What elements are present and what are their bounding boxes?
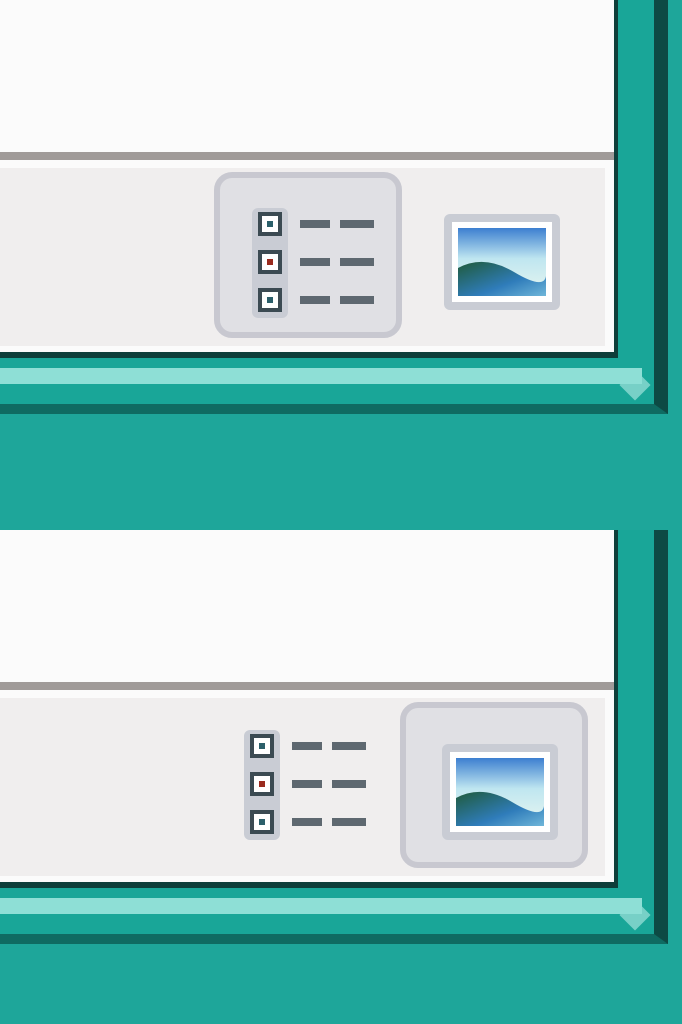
frame-highlight (0, 368, 642, 384)
thumbnail-view-button[interactable] (400, 702, 588, 868)
list-view-button[interactable] (206, 694, 394, 860)
status-bar (0, 698, 605, 876)
picture-icon (444, 214, 560, 310)
window-panel-top (0, 0, 682, 494)
list-view-button[interactable] (214, 172, 402, 338)
picture-icon (442, 744, 558, 840)
frame-highlight (0, 898, 642, 914)
window-content (0, 530, 618, 888)
window-content (0, 0, 618, 358)
window-panel-bottom (0, 530, 682, 1024)
status-separator (0, 152, 614, 160)
details-list-icon (252, 208, 374, 318)
details-list-icon (244, 730, 366, 840)
status-bar (0, 168, 605, 346)
thumbnail-view-button[interactable] (402, 172, 590, 338)
status-separator (0, 682, 614, 690)
